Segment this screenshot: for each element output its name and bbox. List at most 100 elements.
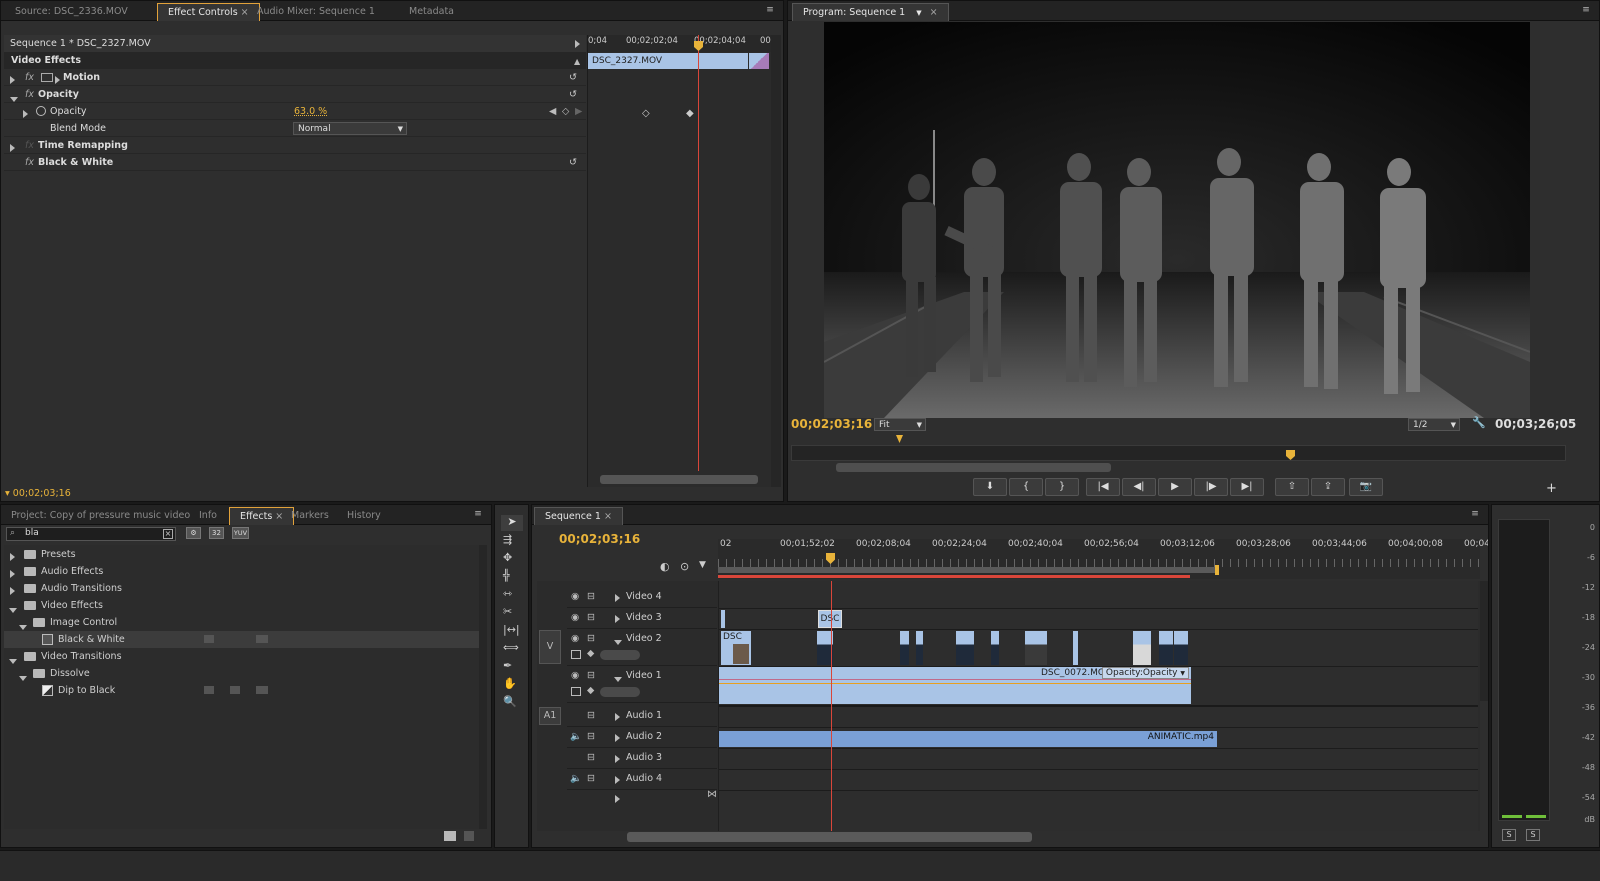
program-viewer[interactable] bbox=[824, 22, 1530, 418]
tree-item-presets[interactable]: Presets bbox=[4, 546, 480, 563]
ripple-edit-tool[interactable]: ✥ bbox=[503, 551, 512, 564]
export-frame-button[interactable]: 📷 bbox=[1349, 478, 1383, 496]
eye-icon[interactable]: ◉ bbox=[571, 591, 579, 602]
delete-icon[interactable] bbox=[464, 831, 474, 841]
ec-vertical-scrollbar[interactable] bbox=[771, 35, 781, 487]
keyframe-icon[interactable]: ◇ bbox=[642, 108, 650, 119]
add-marker-icon[interactable]: ▼ bbox=[699, 560, 706, 570]
clip-video2[interactable] bbox=[916, 631, 923, 665]
effects-scrollbar[interactable] bbox=[479, 545, 487, 829]
tab-effect-controls[interactable]: Effect Controls × bbox=[157, 3, 260, 21]
fx-icon[interactable]: fx bbox=[25, 69, 34, 86]
expand-icon[interactable] bbox=[615, 755, 620, 766]
expand-icon[interactable] bbox=[615, 713, 620, 724]
track-header-audio3[interactable]: ⊟ Audio 3 bbox=[567, 749, 717, 769]
eye-icon[interactable]: ◉ bbox=[571, 633, 579, 644]
step-back-button[interactable]: ◀| bbox=[1122, 478, 1156, 496]
bit-depth-badge[interactable]: 32 bbox=[209, 527, 224, 539]
master-track-expand-icon[interactable] bbox=[615, 795, 620, 806]
ec-playhead[interactable] bbox=[698, 35, 699, 471]
track-header-video2[interactable]: ◉ ⊟ Video 2 ◆ bbox=[567, 630, 717, 666]
clip-video2[interactable] bbox=[991, 631, 999, 665]
timeline-vertical-scrollbar[interactable] bbox=[1480, 581, 1488, 701]
lift-button[interactable]: ⇧ bbox=[1275, 478, 1309, 496]
collapse-icon[interactable] bbox=[614, 637, 622, 648]
effect-row-time-remapping[interactable]: fx Time Remapping bbox=[4, 137, 586, 154]
expand-icon[interactable] bbox=[615, 615, 620, 626]
track-header-video1[interactable]: ◉ ⊟ Video 1 ◆ bbox=[567, 667, 717, 703]
clip-video2[interactable] bbox=[900, 631, 909, 665]
go-to-out-button[interactable]: ▶| bbox=[1230, 478, 1264, 496]
reset-icon[interactable]: ↺ bbox=[569, 69, 577, 86]
step-forward-button[interactable]: |▶ bbox=[1194, 478, 1228, 496]
effect-row-opacity[interactable]: fx Opacity ↺ bbox=[4, 86, 586, 103]
zoom-tool[interactable]: 🔍 bbox=[503, 695, 517, 708]
fx-icon[interactable]: fx bbox=[25, 86, 34, 103]
panel-menu-icon[interactable]: ≡ bbox=[763, 5, 777, 15]
slide-tool[interactable]: ⟺ bbox=[503, 641, 519, 654]
master-track-toggle-icon[interactable]: ⋈ bbox=[707, 789, 717, 800]
expand-icon[interactable] bbox=[615, 734, 620, 745]
sequence-time-ruler[interactable]: 02 00;01;52;02 00;02;08;04 00;02;24;04 00;02… bbox=[718, 539, 1488, 579]
chevron-down-icon[interactable]: ▼ bbox=[916, 9, 921, 17]
work-area-end-handle[interactable] bbox=[1215, 565, 1219, 575]
blend-mode-dropdown[interactable]: Normal ▼ bbox=[293, 122, 407, 135]
yuv-badge[interactable]: YUV bbox=[232, 527, 249, 539]
show-timeline-icon[interactable] bbox=[575, 40, 580, 51]
tree-item-black-white[interactable]: Black & White bbox=[4, 631, 480, 648]
clip-video1[interactable]: DSC_0072.MOV Opacity:Opacity ▼ bbox=[719, 667, 1191, 704]
ec-time-ruler[interactable]: 0;04 00;02;02;04 00;02;04;04 00 bbox=[588, 35, 772, 52]
keyframe-nav-control[interactable] bbox=[600, 650, 640, 660]
effect-controls-timeline[interactable]: 0;04 00;02;02;04 00;02;04;04 00 DSC_2327… bbox=[587, 35, 772, 487]
clip-video2[interactable] bbox=[1159, 631, 1173, 665]
accelerated-effects-icon[interactable]: ⚙ bbox=[186, 527, 201, 539]
fx-icon[interactable]: fx bbox=[25, 154, 34, 171]
keyframe-icon[interactable]: ◆ bbox=[686, 108, 694, 119]
new-bin-icon[interactable] bbox=[444, 831, 456, 841]
expand-icon[interactable] bbox=[615, 594, 620, 605]
eye-icon[interactable]: ◉ bbox=[571, 670, 579, 681]
program-zoom-scrollbar[interactable] bbox=[836, 463, 1111, 472]
lock-icon[interactable]: ⊟ bbox=[587, 773, 595, 784]
track-header-audio1[interactable]: ⊟ Audio 1 bbox=[567, 707, 717, 727]
opacity-rubberband[interactable] bbox=[719, 683, 1191, 684]
eye-icon[interactable]: ◉ bbox=[571, 612, 579, 623]
sequence-playhead[interactable] bbox=[831, 581, 832, 831]
tree-item-video-transitions[interactable]: Video Transitions bbox=[4, 648, 480, 665]
lock-icon[interactable]: ⊟ bbox=[587, 633, 595, 644]
tab-project[interactable]: Project: Copy of pressure music video bbox=[1, 507, 200, 525]
rate-stretch-tool[interactable]: ⇿ bbox=[503, 587, 512, 600]
work-area-bar[interactable] bbox=[718, 567, 1216, 573]
reset-icon[interactable]: ↺ bbox=[569, 154, 577, 171]
add-button-icon[interactable]: + bbox=[1546, 481, 1557, 496]
keyframe-nav-control[interactable] bbox=[600, 687, 640, 697]
slip-tool[interactable]: |↔| bbox=[503, 623, 520, 636]
clip-video2[interactable] bbox=[1174, 631, 1188, 665]
video-target[interactable]: V bbox=[539, 630, 561, 664]
selection-tool[interactable]: ➤ bbox=[501, 515, 523, 531]
reset-icon[interactable]: ↺ bbox=[569, 86, 577, 103]
speaker-icon[interactable]: 🔈 bbox=[570, 773, 582, 784]
track-header-audio2[interactable]: 🔈 ⊟ Audio 2 bbox=[567, 728, 717, 748]
tab-markers[interactable]: Markers bbox=[281, 507, 339, 525]
effect-row-black-white[interactable]: fx Black & White ↺ bbox=[4, 154, 586, 171]
display-style-icon[interactable] bbox=[571, 687, 581, 696]
mark-out-button[interactable]: } bbox=[1045, 478, 1079, 496]
ec-clip-bar[interactable]: DSC_2327.MOV bbox=[588, 53, 748, 69]
lock-icon[interactable]: ⊟ bbox=[587, 612, 595, 623]
opacity-value[interactable]: 63.0 % bbox=[294, 103, 327, 120]
clear-search-icon[interactable]: × bbox=[163, 529, 173, 539]
hand-tool[interactable]: ✋ bbox=[503, 677, 517, 690]
razor-tool[interactable]: ✂ bbox=[503, 605, 512, 618]
clip-video2[interactable] bbox=[956, 631, 974, 665]
tree-item-image-control[interactable]: Image Control bbox=[4, 614, 480, 631]
pen-tool[interactable]: ✒ bbox=[503, 659, 512, 672]
program-current-time[interactable]: 00;02;03;16 bbox=[791, 417, 872, 431]
tab-source[interactable]: Source: DSC_2336.MOV bbox=[5, 3, 138, 21]
lock-icon[interactable]: ⊟ bbox=[587, 752, 595, 763]
tree-item-video-effects[interactable]: Video Effects bbox=[4, 597, 480, 614]
clip-video2[interactable] bbox=[1073, 631, 1078, 665]
lock-icon[interactable]: ⊟ bbox=[587, 710, 595, 721]
audio-target[interactable]: A1 bbox=[539, 707, 561, 725]
play-button[interactable]: ▶ bbox=[1158, 478, 1192, 496]
